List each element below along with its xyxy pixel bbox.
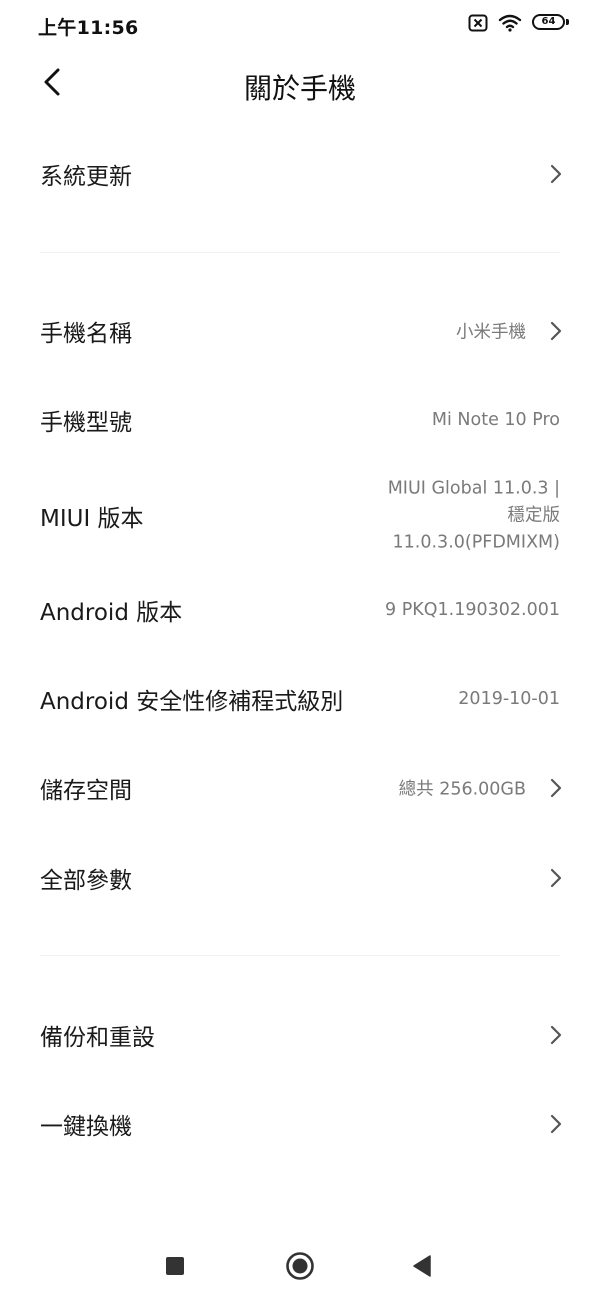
section-divider	[40, 955, 560, 956]
row-value: 2019-10-01	[458, 689, 560, 709]
no-sim-icon	[468, 14, 488, 32]
row-label: 備份和重設	[40, 1025, 155, 1051]
status-bar: 上午11:56 64	[0, 0, 600, 52]
app-header: 關於手機	[0, 52, 600, 122]
value-line: 11.0.3.0(PFDMIXM)	[392, 532, 560, 553]
row-label: 手機型號	[40, 410, 132, 436]
chevron-right-icon	[548, 867, 564, 889]
value-line: MIUI Global 11.0.3 |	[387, 478, 560, 499]
status-icons: 64	[468, 14, 570, 32]
row-label: MIUI 版本	[40, 506, 144, 532]
chevron-right-icon	[548, 163, 564, 185]
settings-row-model: 手機型號 Mi Note 10 Pro	[0, 380, 600, 460]
battery-icon: 64	[532, 14, 570, 32]
home-circle-icon	[285, 1251, 315, 1285]
page-title: 關於手機	[243, 72, 356, 105]
back-triangle-icon	[412, 1255, 432, 1281]
chevron-right-icon	[548, 320, 564, 342]
settings-row-android-version: Android 版本 9 PKQ1.190302.001	[0, 570, 600, 650]
row-label: 一鍵換機	[40, 1114, 132, 1140]
recents-square-icon	[165, 1256, 185, 1280]
settings-row-security-patch: Android 安全性修補程式級別 2019-10-01	[0, 659, 600, 739]
row-label: Android 版本	[40, 600, 183, 626]
row-label: 手機名稱	[40, 321, 132, 347]
row-label: 全部參數	[40, 868, 132, 894]
wifi-icon	[498, 14, 522, 32]
home-button[interactable]	[280, 1248, 320, 1288]
value-line: 穩定版	[507, 505, 561, 526]
navigation-bar	[0, 1230, 600, 1304]
row-label: 系統更新	[40, 164, 132, 190]
battery-level: 64	[532, 14, 565, 30]
settings-row-all-specs[interactable]: 全部參數	[0, 838, 600, 918]
row-value: 小米手機	[456, 322, 526, 343]
row-value: Mi Note 10 Pro	[431, 410, 560, 430]
row-value-multiline: MIUI Global 11.0.3 | 穩定版 11.0.3.0(PFDMIX…	[360, 476, 560, 557]
row-label: Android 安全性修補程式級別	[40, 689, 344, 715]
chevron-right-icon	[548, 1113, 564, 1135]
settings-row-storage[interactable]: 儲存空間 總共 256.00GB	[0, 748, 600, 828]
recents-button[interactable]	[155, 1248, 195, 1288]
row-value: 總共 256.00GB	[398, 779, 526, 800]
chevron-right-icon	[548, 777, 564, 799]
settings-row-system-update[interactable]: 系統更新	[0, 134, 600, 214]
row-label: 儲存空間	[40, 778, 132, 804]
nav-back-button[interactable]	[402, 1248, 442, 1288]
section-divider	[40, 252, 560, 253]
row-value: 9 PKQ1.190302.001	[385, 600, 560, 620]
settings-row-miui-version: MIUI 版本 MIUI Global 11.0.3 | 穩定版 11.0.3.…	[0, 470, 600, 562]
chevron-right-icon	[548, 1024, 564, 1046]
status-time: 上午11:56	[38, 17, 139, 39]
settings-row-backup-reset[interactable]: 備份和重設	[0, 995, 600, 1075]
settings-row-mi-mover[interactable]: 一鍵換機	[0, 1084, 600, 1164]
settings-row-device-name[interactable]: 手機名稱 小米手機	[0, 291, 600, 371]
